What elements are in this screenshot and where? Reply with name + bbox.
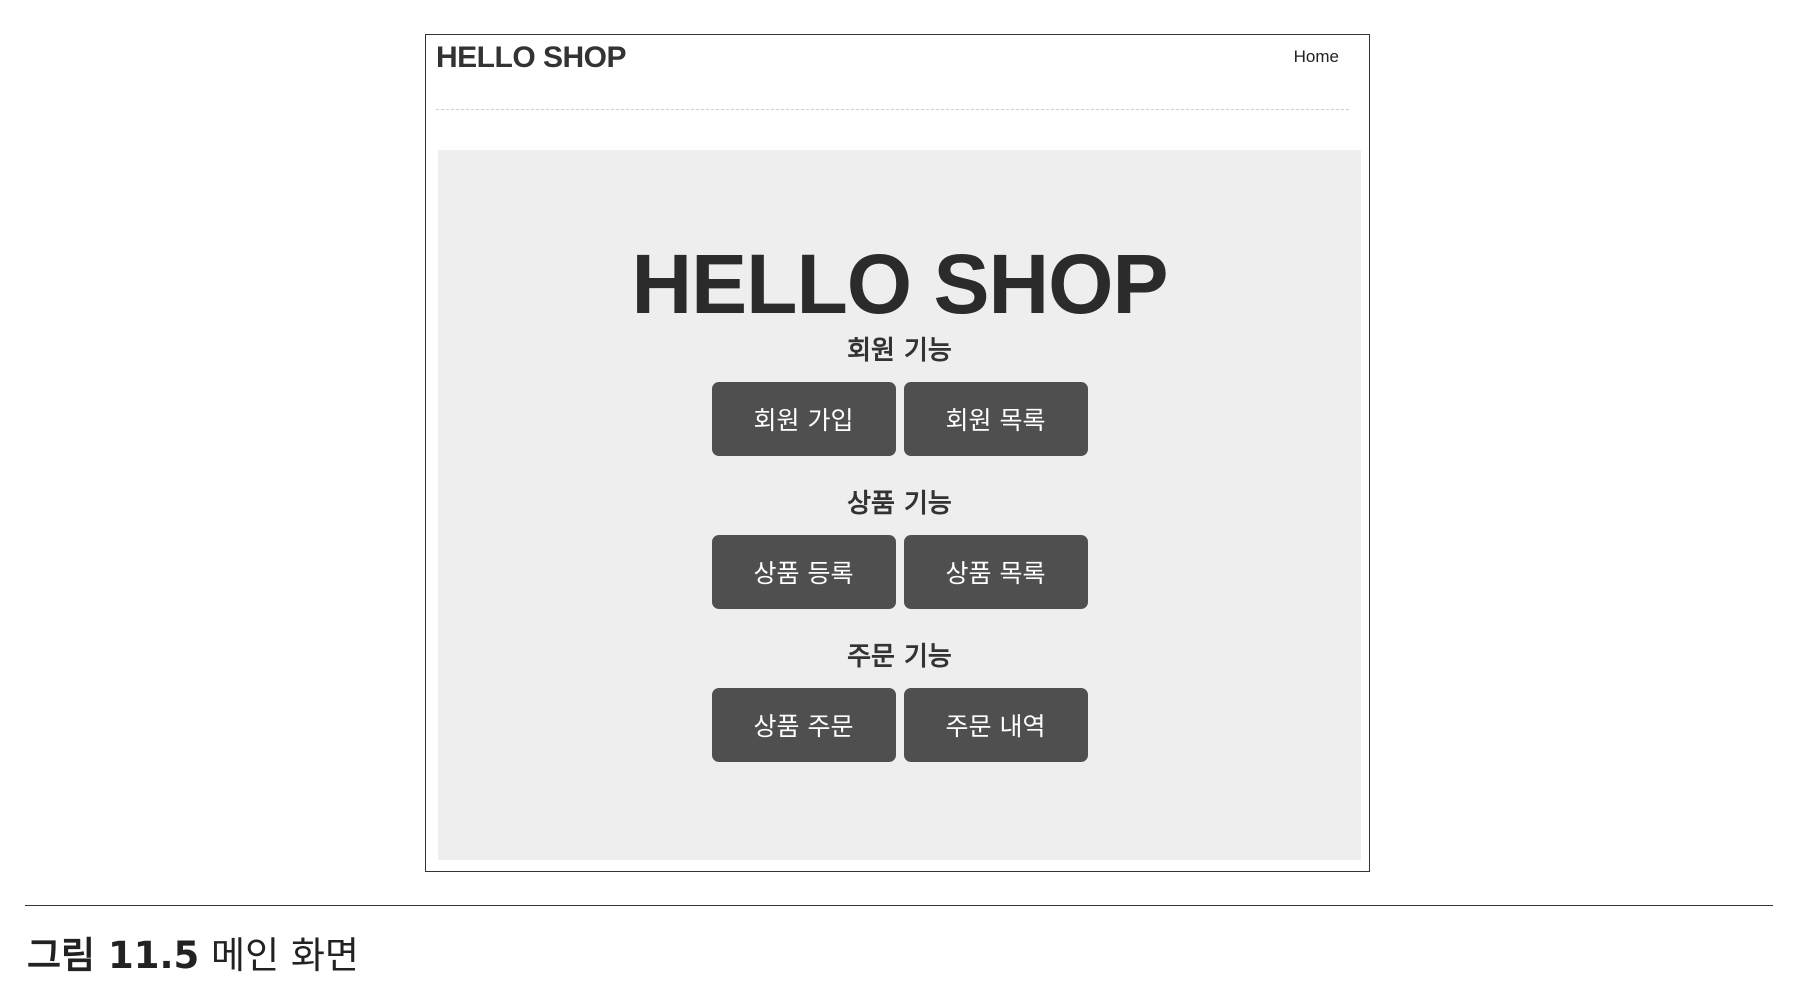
member-button-row: 회원 가입 회원 목록	[438, 382, 1361, 456]
home-link[interactable]: Home	[1294, 47, 1339, 67]
member-join-button[interactable]: 회원 가입	[711, 382, 896, 456]
item-order-button[interactable]: 상품 주문	[711, 688, 896, 762]
section-label-member: 회원 기능	[847, 336, 952, 366]
navbar: HELLO SHOP Home	[426, 35, 1369, 115]
caption-divider	[25, 905, 1773, 906]
item-button-row: 상품 등록 상품 목록	[438, 535, 1361, 609]
figure-number: 그림 11.5	[27, 934, 200, 977]
browser-screenshot-frame: HELLO SHOP Home HELLO SHOP 회원 기능 회원 가입 회…	[425, 34, 1370, 872]
header-divider	[436, 109, 1349, 110]
order-button-row: 상품 주문 주문 내역	[438, 688, 1361, 762]
order-history-button[interactable]: 주문 내역	[903, 688, 1088, 762]
jumbotron: HELLO SHOP 회원 기능 회원 가입 회원 목록 상품 기능 상품 등록…	[438, 150, 1361, 860]
hero-title: HELLO SHOP	[631, 237, 1168, 331]
item-list-button[interactable]: 상품 목록	[903, 535, 1088, 609]
figure-caption-text: 메인 화면	[211, 934, 359, 977]
section-label-item: 상품 기능	[847, 489, 952, 519]
section-label-order: 주문 기능	[847, 642, 952, 672]
figure-caption: 그림 11.5 메인 화면	[27, 925, 359, 979]
item-register-button[interactable]: 상품 등록	[711, 535, 896, 609]
member-list-button[interactable]: 회원 목록	[903, 382, 1088, 456]
navbar-brand[interactable]: HELLO SHOP	[436, 41, 627, 75]
